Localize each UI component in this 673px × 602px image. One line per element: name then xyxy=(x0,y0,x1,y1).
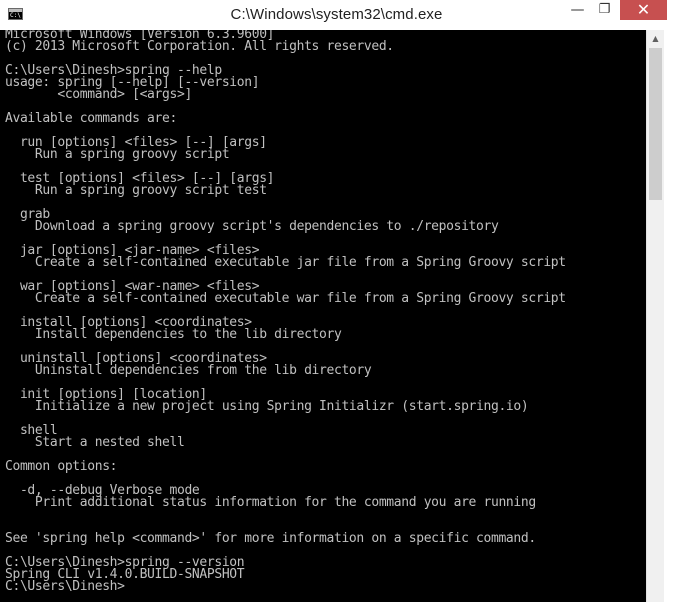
console-line: Create a self-contained executable war f… xyxy=(5,291,566,306)
console-line: Uninstall dependencies from the lib dire… xyxy=(5,363,372,378)
console-line: (c) 2013 Microsoft Corporation. All righ… xyxy=(5,39,394,54)
scroll-up-arrow-icon[interactable]: ▲ xyxy=(647,30,664,47)
console-line: Create a self-contained executable jar f… xyxy=(5,255,566,270)
console-line: Available commands are: xyxy=(5,111,177,126)
console-line: Download a spring groovy script's depend… xyxy=(5,219,499,234)
console-output-area[interactable]: Microsoft Windows [Version 6.3.9600] (c)… xyxy=(0,30,646,602)
console-text[interactable]: Microsoft Windows [Version 6.3.9600] (c)… xyxy=(5,30,566,593)
title-bar[interactable]: C:\ C:\Windows\system32\cmd.exe — ❐ ✕ xyxy=(0,0,673,30)
console-line: Print additional status information for … xyxy=(5,495,536,510)
console-line: <command> [<args>] xyxy=(5,87,192,102)
close-button[interactable]: ✕ xyxy=(620,0,667,20)
scroll-thumb[interactable] xyxy=(649,48,662,200)
minimize-button[interactable]: — xyxy=(565,0,590,20)
cmd-window: C:\ C:\Windows\system32\cmd.exe — ❐ ✕ Mi… xyxy=(0,0,673,602)
console-line: See 'spring help <command>' for more inf… xyxy=(5,531,536,546)
maximize-button[interactable]: ❐ xyxy=(592,0,617,20)
console-line: Initialize a new project using Spring In… xyxy=(5,399,529,414)
window-frame-right xyxy=(664,30,673,602)
console-line: Start a nested shell xyxy=(5,435,185,450)
console-line: Install dependencies to the lib director… xyxy=(5,327,342,342)
console-line: Common options: xyxy=(5,459,118,474)
console-line: Run a spring groovy script test xyxy=(5,183,267,198)
vertical-scrollbar[interactable]: ▲ xyxy=(646,30,664,602)
console-line: Run a spring groovy script xyxy=(5,147,230,162)
console-line: C:\Users\Dinesh> xyxy=(5,579,125,594)
